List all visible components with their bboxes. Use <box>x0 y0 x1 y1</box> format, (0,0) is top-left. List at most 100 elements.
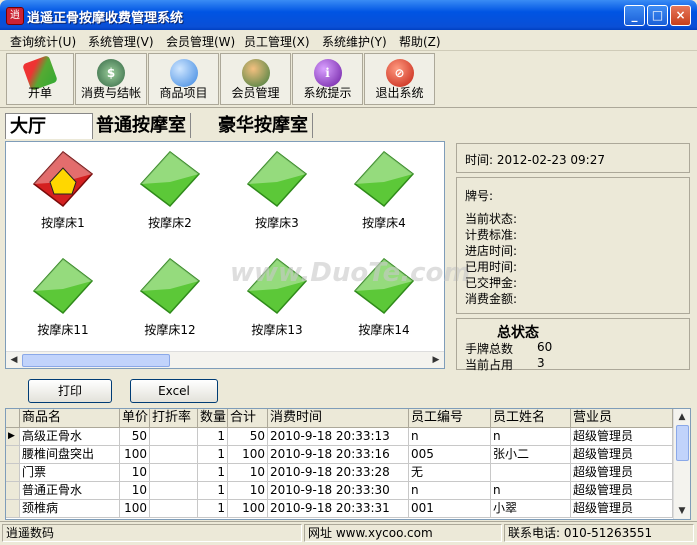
table-cell[interactable]: n <box>491 482 571 500</box>
menu-system[interactable]: 系统管理(V) <box>88 33 154 50</box>
column-header[interactable]: 单价 <box>120 409 150 428</box>
bed-item[interactable]: 按摩床1 <box>28 148 98 234</box>
table-cell[interactable]: 100 <box>228 500 268 518</box>
table-cell[interactable]: 100 <box>120 500 150 518</box>
table-cell[interactable]: 超级管理员 <box>571 482 673 500</box>
column-header[interactable]: 员工编号 <box>409 409 491 428</box>
member-manage-button[interactable]: 会员管理 <box>220 53 291 105</box>
table-cell[interactable]: 小翠 <box>491 500 571 518</box>
scroll-left-icon[interactable]: ◀ <box>7 353 21 367</box>
table-cell[interactable] <box>150 446 198 464</box>
row-selector[interactable]: ▶ <box>6 428 20 446</box>
table-cell[interactable]: 颈椎病 <box>20 500 120 518</box>
open-order-button[interactable]: 开单 <box>6 53 74 105</box>
table-cell[interactable]: n <box>409 482 491 500</box>
bed-label: 按摩床12 <box>144 323 196 337</box>
bed-item[interactable]: 按摩床12 <box>135 255 205 341</box>
table-cell[interactable]: 50 <box>228 428 268 446</box>
table-cell[interactable]: 2010-9-18 20:33:16 <box>268 446 409 464</box>
bed-label: 按摩床13 <box>251 323 303 337</box>
table-cell[interactable]: 100 <box>228 446 268 464</box>
table-cell[interactable] <box>150 500 198 518</box>
table-cell[interactable]: 高级正骨水 <box>20 428 120 446</box>
checkout-button[interactable]: $ 消费与结帐 <box>75 53 147 105</box>
system-tips-button[interactable]: i 系统提示 <box>292 53 363 105</box>
row-selector[interactable] <box>6 482 20 500</box>
tab-normal-room[interactable]: 普通按摩室 <box>92 113 191 138</box>
maximize-button[interactable]: □ <box>647 5 668 26</box>
scroll-right-icon[interactable]: ▶ <box>429 353 443 367</box>
row-selector[interactable] <box>6 464 20 482</box>
menu-staff[interactable]: 员工管理(X) <box>244 33 310 50</box>
table-cell[interactable]: 门票 <box>20 464 120 482</box>
horizontal-scrollbar[interactable]: ◀ ▶ <box>6 351 444 368</box>
free-bed-icon <box>32 257 94 315</box>
column-header[interactable]: 消费时间 <box>268 409 409 428</box>
table-cell[interactable]: n <box>491 428 571 446</box>
table-cell[interactable]: 1 <box>198 482 228 500</box>
minimize-button[interactable]: _ <box>624 5 645 26</box>
table-cell[interactable]: 10 <box>120 482 150 500</box>
table-cell[interactable]: 10 <box>228 482 268 500</box>
column-header[interactable]: 合计 <box>228 409 268 428</box>
exit-system-button[interactable]: ⊘ 退出系统 <box>364 53 435 105</box>
column-header[interactable]: 商品名 <box>20 409 120 428</box>
table-cell[interactable]: 2010-9-18 20:33:31 <box>268 500 409 518</box>
table-cell[interactable]: 10 <box>120 464 150 482</box>
menu-member[interactable]: 会员管理(W) <box>166 33 235 50</box>
users-icon <box>241 59 270 87</box>
scroll-thumb[interactable] <box>22 354 170 367</box>
table-cell[interactable] <box>150 428 198 446</box>
table-cell[interactable]: 2010-9-18 20:33:28 <box>268 464 409 482</box>
column-header[interactable]: 营业员 <box>571 409 673 428</box>
column-header[interactable]: 数量 <box>198 409 228 428</box>
table-cell[interactable]: 1 <box>198 464 228 482</box>
excel-button[interactable]: Excel <box>130 379 218 403</box>
field-status: 当前状态: <box>465 212 518 226</box>
table-cell[interactable]: 1 <box>198 446 228 464</box>
table-cell[interactable]: 超级管理员 <box>571 446 673 464</box>
table-cell[interactable]: 2010-9-18 20:33:13 <box>268 428 409 446</box>
vscroll-thumb[interactable] <box>676 425 689 461</box>
table-cell[interactable]: 张小二 <box>491 446 571 464</box>
scroll-down-icon[interactable]: ▼ <box>675 504 689 518</box>
vertical-scrollbar[interactable]: ▲ ▼ <box>673 409 690 519</box>
menu-query[interactable]: 查询统计(U) <box>10 33 76 50</box>
column-header[interactable]: 员工姓名 <box>491 409 571 428</box>
tab-hall[interactable]: 大厅 <box>5 113 93 139</box>
free-bed-icon <box>353 150 415 208</box>
table-cell[interactable]: 2010-9-18 20:33:30 <box>268 482 409 500</box>
bed-item[interactable]: 按摩床11 <box>28 255 98 341</box>
bed-item[interactable]: 按摩床4 <box>349 148 419 234</box>
table-cell[interactable]: 超级管理员 <box>571 500 673 518</box>
bed-item[interactable]: 按摩床3 <box>242 148 312 234</box>
table-cell[interactable] <box>491 464 571 482</box>
table-cell[interactable]: 超级管理员 <box>571 464 673 482</box>
product-items-button[interactable]: 商品项目 <box>148 53 219 105</box>
table-cell[interactable]: 001 <box>409 500 491 518</box>
close-button[interactable]: × <box>670 5 691 26</box>
table-cell[interactable] <box>150 482 198 500</box>
scroll-up-icon[interactable]: ▲ <box>675 410 689 424</box>
menu-maintenance[interactable]: 系统维护(Y) <box>322 33 387 50</box>
table-cell[interactable]: 50 <box>120 428 150 446</box>
table-cell[interactable]: 1 <box>198 500 228 518</box>
table-cell[interactable] <box>150 464 198 482</box>
row-selector[interactable] <box>6 446 20 464</box>
table-cell[interactable]: 100 <box>120 446 150 464</box>
row-selector[interactable] <box>6 500 20 518</box>
table-cell[interactable]: n <box>409 428 491 446</box>
print-button[interactable]: 打印 <box>28 379 112 403</box>
table-cell[interactable]: 005 <box>409 446 491 464</box>
field-elapsed: 已用时间: <box>465 260 518 274</box>
menu-help[interactable]: 帮助(Z) <box>399 33 441 50</box>
table-cell[interactable]: 1 <box>198 428 228 446</box>
table-cell[interactable]: 10 <box>228 464 268 482</box>
tab-luxury-room[interactable]: 豪华按摩室 <box>214 113 313 138</box>
table-cell[interactable]: 超级管理员 <box>571 428 673 446</box>
table-cell[interactable]: 普通正骨水 <box>20 482 120 500</box>
table-cell[interactable]: 腰椎间盘突出 <box>20 446 120 464</box>
table-cell[interactable]: 无 <box>409 464 491 482</box>
column-header[interactable]: 打折率 <box>150 409 198 428</box>
bed-item[interactable]: 按摩床2 <box>135 148 205 234</box>
